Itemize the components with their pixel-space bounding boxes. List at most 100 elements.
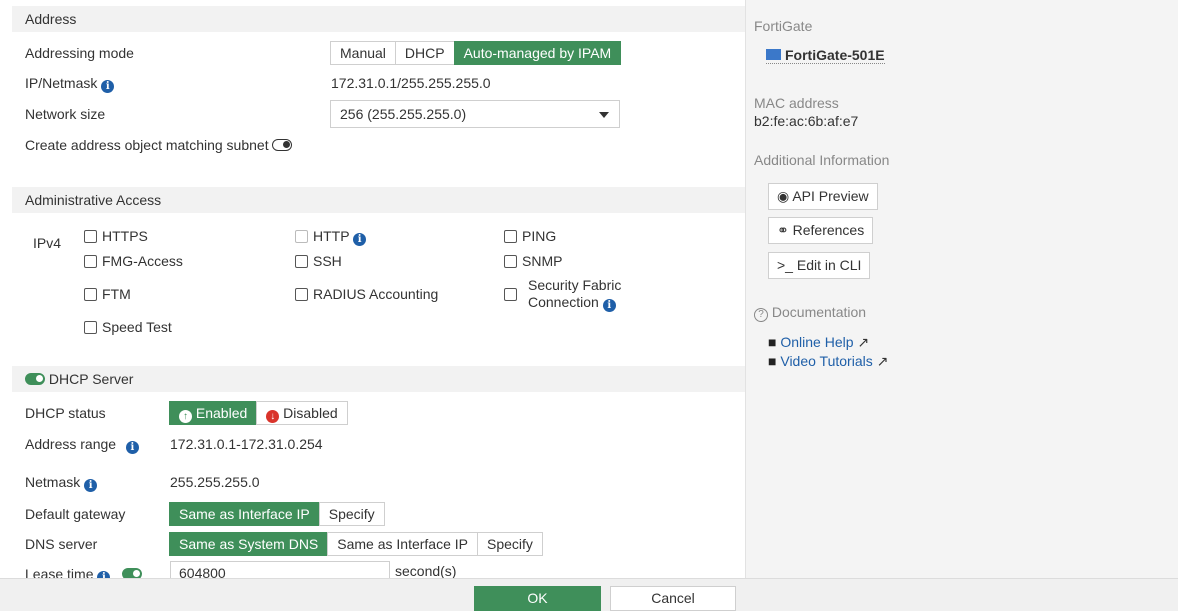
default-gateway-label: Default gateway xyxy=(25,506,126,522)
references-label: References xyxy=(792,222,865,238)
radius-accounting-checkbox[interactable] xyxy=(295,288,308,301)
http-checkbox-row[interactable]: HTTP i xyxy=(295,228,367,246)
lease-time-input[interactable]: 604800 xyxy=(170,561,390,578)
address-section-header: Address xyxy=(12,6,745,32)
api-preview-button[interactable]: ◉ API Preview xyxy=(768,183,878,210)
video-tutorials-link[interactable]: ■ Video Tutorials ↗ xyxy=(768,353,888,370)
ip-netmask-label-text: IP/Netmask xyxy=(25,75,98,91)
dns-server-toggle: Same as System DNS Same as Interface IP … xyxy=(169,532,543,556)
fmg-access-checkbox[interactable] xyxy=(84,255,97,268)
fmg-access-checkbox-row[interactable]: FMG-Access xyxy=(84,253,183,269)
info-icon[interactable]: i xyxy=(353,233,367,246)
dns-server-specify[interactable]: Specify xyxy=(477,532,543,556)
ip-netmask-value: 172.31.0.1/255.255.255.0 xyxy=(331,75,491,91)
security-fabric-checkbox[interactable] xyxy=(504,288,517,301)
terminal-icon: >_ xyxy=(777,257,793,273)
netmask-label: Netmask xyxy=(25,474,81,490)
speed-test-checkbox[interactable] xyxy=(84,321,97,334)
device-name-link[interactable]: FortiGate-501E xyxy=(766,47,885,64)
video-camera-icon: ■ xyxy=(768,353,777,369)
mac-address-label: MAC address xyxy=(754,95,839,111)
address-range-label: Address range xyxy=(25,436,117,452)
addressing-mode-dhcp[interactable]: DHCP xyxy=(394,41,455,65)
http-checkbox[interactable] xyxy=(295,230,308,243)
external-link-icon: ↗ xyxy=(876,353,889,369)
security-fabric-label-line2: Connection xyxy=(528,294,599,310)
http-label: HTTP xyxy=(313,228,350,244)
eye-icon: ◉ xyxy=(777,188,790,204)
info-sidebar: FortiGate FortiGate-501E MAC address b2:… xyxy=(745,0,1178,578)
api-preview-label: API Preview xyxy=(792,188,869,204)
https-checkbox[interactable] xyxy=(84,230,97,243)
ping-checkbox[interactable] xyxy=(504,230,517,243)
address-section-title: Address xyxy=(25,11,77,27)
link-icon: ⚭ xyxy=(777,222,789,238)
lease-time-label-row: Lease time i xyxy=(25,566,143,578)
info-icon[interactable]: i xyxy=(84,479,98,492)
admin-access-section-title: Administrative Access xyxy=(25,192,162,208)
ftm-checkbox-row[interactable]: FTM xyxy=(84,286,131,302)
snmp-checkbox[interactable] xyxy=(504,255,517,268)
lease-time-label: Lease time xyxy=(25,566,94,578)
radius-accounting-label: RADIUS Accounting xyxy=(313,286,439,302)
network-size-value: 256 (255.255.255.0) xyxy=(340,106,467,122)
online-help-label: Online Help xyxy=(780,334,854,350)
network-size-select[interactable]: 256 (255.255.255.0) xyxy=(330,100,620,128)
create-address-object-label: Create address object matching subnet xyxy=(25,137,269,153)
address-range-value: 172.31.0.1-172.31.0.254 xyxy=(170,436,323,452)
ok-button[interactable]: OK xyxy=(474,586,601,611)
dhcp-status-enabled[interactable]: ↑ Enabled xyxy=(169,401,258,425)
online-help-link[interactable]: ■ Online Help ↗ xyxy=(768,334,869,351)
ssh-label: SSH xyxy=(313,253,342,269)
arrow-up-circle-icon: ↑ xyxy=(179,410,192,423)
dhcp-status-disabled[interactable]: ↓ Disabled xyxy=(256,401,348,425)
addressing-mode-manual[interactable]: Manual xyxy=(330,41,396,65)
netmask-value: 255.255.255.0 xyxy=(170,474,260,490)
dhcp-section-header: DHCP Server xyxy=(12,366,745,392)
ssh-checkbox[interactable] xyxy=(295,255,308,268)
chevron-down-icon xyxy=(599,112,609,118)
snmp-checkbox-row[interactable]: SNMP xyxy=(504,253,562,269)
question-circle-icon: ? xyxy=(754,308,768,322)
https-checkbox-row[interactable]: HTTPS xyxy=(84,228,148,244)
dns-server-same-as-system[interactable]: Same as System DNS xyxy=(169,532,329,556)
ping-checkbox-row[interactable]: PING xyxy=(504,228,556,244)
edit-in-cli-button[interactable]: >_ Edit in CLI xyxy=(768,252,871,279)
addressing-mode-toggle: Manual DHCP Auto-managed by IPAM xyxy=(330,41,622,65)
radius-accounting-checkbox-row[interactable]: RADIUS Accounting xyxy=(295,286,438,302)
info-icon[interactable]: i xyxy=(101,80,115,93)
addressing-mode-ipam[interactable]: Auto-managed by IPAM xyxy=(453,41,622,65)
lease-time-toggle[interactable] xyxy=(122,568,143,578)
dhcp-section-title: DHCP Server xyxy=(48,371,134,387)
lease-time-unit: second(s) xyxy=(395,563,457,578)
info-icon[interactable]: i xyxy=(602,299,616,312)
addressing-mode-label: Addressing mode xyxy=(25,45,134,61)
speed-test-checkbox-row[interactable]: Speed Test xyxy=(84,319,172,335)
documentation-label: Documentation xyxy=(771,304,867,320)
dhcp-server-toggle[interactable] xyxy=(25,373,45,385)
dns-server-same-as-interface[interactable]: Same as Interface IP xyxy=(327,532,478,556)
ftm-label: FTM xyxy=(102,286,131,302)
default-gateway-toggle: Same as Interface IP Specify xyxy=(169,502,385,526)
create-address-object-toggle[interactable] xyxy=(272,139,293,151)
info-icon[interactable]: i xyxy=(125,441,139,454)
security-fabric-label-line2-row: Connection i xyxy=(528,294,621,312)
default-gateway-specify[interactable]: Specify xyxy=(318,502,385,526)
fmg-access-label: FMG-Access xyxy=(102,253,183,269)
device-name: FortiGate-501E xyxy=(785,47,885,63)
network-size-label: Network size xyxy=(25,106,106,122)
address-range-label-row: Address range i xyxy=(25,436,139,454)
ftm-checkbox[interactable] xyxy=(84,288,97,301)
references-button[interactable]: ⚭ References xyxy=(768,217,874,244)
default-gateway-same-as-interface[interactable]: Same as Interface IP xyxy=(169,502,320,526)
mac-address-value: b2:fe:ac:6b:af:e7 xyxy=(754,113,859,129)
info-icon[interactable]: i xyxy=(97,571,111,578)
ssh-checkbox-row[interactable]: SSH xyxy=(295,253,342,269)
dhcp-status-label: DHCP status xyxy=(25,405,106,421)
dhcp-status-toggle: ↑ Enabled ↓ Disabled xyxy=(169,401,348,425)
dhcp-status-disabled-label: Disabled xyxy=(283,405,338,421)
security-fabric-label-line1: Security Fabric xyxy=(528,277,622,293)
additional-info-label: Additional Information xyxy=(754,152,890,168)
speed-test-label: Speed Test xyxy=(102,319,172,335)
cancel-button[interactable]: Cancel xyxy=(610,586,736,611)
